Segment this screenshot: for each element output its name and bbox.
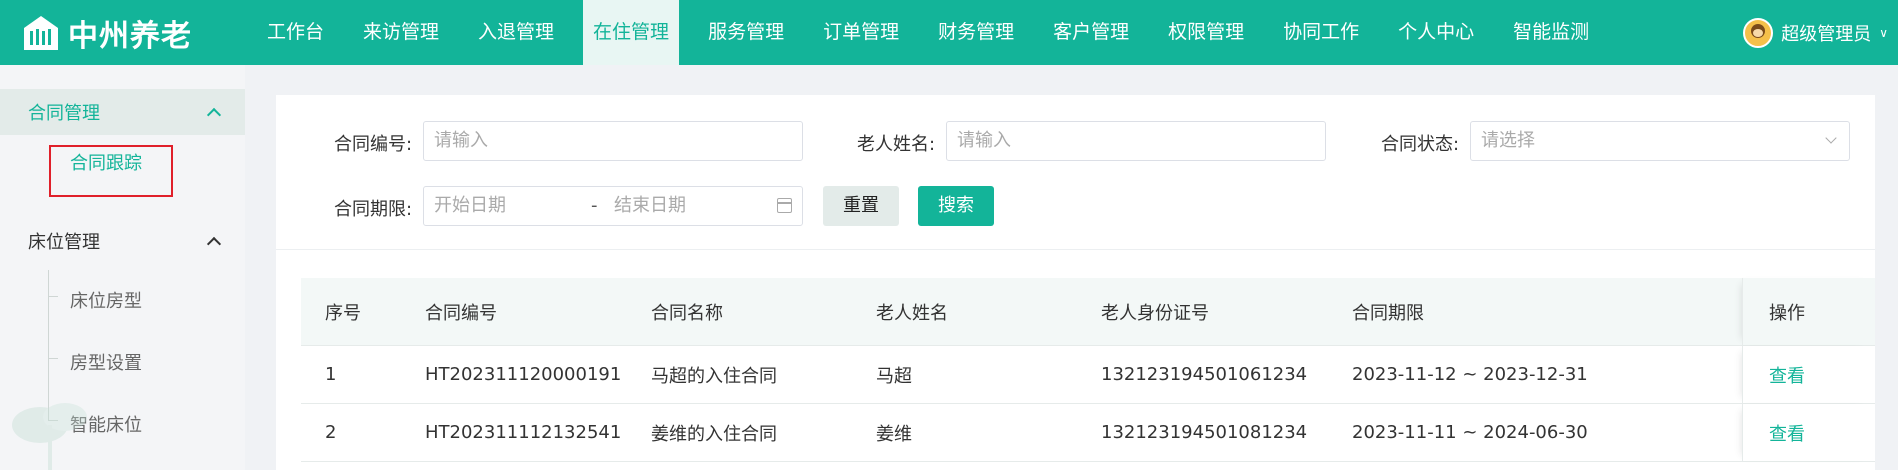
- user-menu[interactable]: 超级管理员 ∨: [1743, 0, 1888, 65]
- reset-button[interactable]: 重置: [823, 186, 899, 226]
- nav-item-permissions[interactable]: 权限管理: [1158, 0, 1254, 65]
- contract-no-label: 合同编号:: [334, 134, 413, 155]
- row-index: 1: [325, 364, 337, 385]
- contract-status-label: 合同状态:: [1381, 134, 1460, 155]
- calendar-icon: [777, 198, 792, 213]
- sidebar-item-label: 房型设置: [70, 353, 142, 374]
- sidebar-group-label: 床位管理: [28, 232, 100, 253]
- main-panel: 合同编号: 请输入 老人姓名: 请输入 合同状态: 请选择 合同期限: 开始日期…: [276, 95, 1875, 470]
- column-header: 合同名称: [651, 302, 723, 324]
- select-placeholder: 请选择: [1481, 130, 1535, 151]
- contract-period-cell: 2023-11-11 ~ 2024-06-30: [1352, 422, 1588, 443]
- chevron-down-icon: ∨: [1879, 25, 1888, 40]
- contract-status-select[interactable]: 请选择: [1470, 121, 1850, 161]
- nav-item-checkin-out[interactable]: 入退管理: [468, 0, 564, 65]
- user-name: 超级管理员: [1781, 23, 1872, 45]
- nav-item-customers[interactable]: 客户管理: [1043, 0, 1139, 65]
- contract-period-cell: 2023-11-12 ~ 2023-12-31: [1352, 364, 1588, 385]
- contract-table: 序号 合同编号 合同名称 老人姓名 老人身份证号 合同期限 操作 1 HT202…: [301, 278, 1875, 462]
- chevron-down-icon: [1825, 132, 1837, 144]
- filter-form: 合同编号: 请输入 老人姓名: 请输入 合同状态: 请选择 合同期限: 开始日期…: [276, 95, 1875, 250]
- nav-item-profile[interactable]: 个人中心: [1388, 0, 1484, 65]
- nav-item-collaboration[interactable]: 协同工作: [1273, 0, 1369, 65]
- start-date-placeholder: 开始日期: [434, 195, 506, 216]
- piano-house-icon: [24, 15, 58, 50]
- contract-period-label: 合同期限:: [334, 199, 413, 220]
- contract-no-input[interactable]: 请输入: [423, 121, 803, 161]
- column-header: 合同编号: [425, 302, 497, 324]
- sidebar-tree-tick: [48, 358, 58, 359]
- tree-decoration-icon: [12, 403, 87, 470]
- contract-no-cell: HT202311120000191: [425, 364, 622, 385]
- column-header: 序号: [325, 302, 361, 324]
- nav-item-orders[interactable]: 订单管理: [813, 0, 909, 65]
- contract-name-cell: 姜维的入住合同: [651, 423, 777, 445]
- date-separator: -: [591, 195, 598, 216]
- row-index: 2: [325, 422, 337, 443]
- view-link[interactable]: 查看: [1769, 362, 1805, 388]
- column-header: 老人身份证号: [1101, 302, 1209, 324]
- sidebar-group-beds[interactable]: 床位管理: [0, 218, 245, 264]
- elder-name-cell: 马超: [876, 365, 912, 387]
- brand-name: 中州养老: [68, 18, 192, 54]
- table-row: 1 HT202311120000191 马超的入住合同 马超 132123194…: [301, 346, 1875, 404]
- elder-name-label: 老人姓名:: [857, 134, 936, 155]
- sidebar-item-room-type-settings[interactable]: 房型设置: [0, 335, 245, 389]
- avatar: [1743, 17, 1774, 48]
- elder-name-cell: 姜维: [876, 423, 912, 445]
- actions-cell: 查看: [1742, 404, 1875, 461]
- end-date-placeholder: 结束日期: [614, 195, 686, 216]
- view-link[interactable]: 查看: [1769, 420, 1805, 446]
- id-number-cell: 132123194501061234: [1101, 364, 1308, 385]
- chevron-up-icon: [206, 107, 222, 122]
- nav-item-monitoring[interactable]: 智能监测: [1503, 0, 1599, 65]
- nav-item-services[interactable]: 服务管理: [698, 0, 794, 65]
- nav-item-workbench[interactable]: 工作台: [257, 0, 334, 65]
- annotation-highlight-box: [49, 145, 173, 197]
- id-number-cell: 132123194501081234: [1101, 422, 1308, 443]
- actions-cell: 查看: [1742, 346, 1875, 403]
- main-nav: 工作台 来访管理 入退管理 在住管理 服务管理 订单管理 财务管理 客户管理 权…: [257, 0, 1618, 65]
- brand-logo[interactable]: 中州养老: [0, 0, 240, 65]
- nav-item-visits[interactable]: 来访管理: [353, 0, 449, 65]
- date-range-picker[interactable]: 开始日期 - 结束日期: [423, 186, 803, 226]
- elder-name-input[interactable]: 请输入: [946, 121, 1326, 161]
- sidebar-tree-tick: [48, 296, 58, 297]
- nav-item-finance[interactable]: 财务管理: [928, 0, 1024, 65]
- column-header: 操作: [1742, 278, 1875, 345]
- table-header: 序号 合同编号 合同名称 老人姓名 老人身份证号 合同期限 操作: [301, 278, 1875, 346]
- contract-no-cell: HT202311112132541: [425, 422, 622, 443]
- chevron-up-icon: [206, 236, 222, 251]
- column-header: 老人姓名: [876, 302, 948, 324]
- top-navbar: 中州养老 工作台 来访管理 入退管理 在住管理 服务管理 订单管理 财务管理 客…: [0, 0, 1898, 65]
- search-button[interactable]: 搜索: [918, 186, 994, 226]
- column-header: 合同期限: [1352, 302, 1424, 324]
- sidebar-group-contracts[interactable]: 合同管理: [0, 89, 245, 135]
- sidebar-item-label: 床位房型: [70, 291, 142, 312]
- sidebar-group-label: 合同管理: [28, 103, 100, 124]
- nav-item-residence[interactable]: 在住管理: [583, 0, 680, 65]
- table-row: 2 HT202311112132541 姜维的入住合同 姜维 132123194…: [301, 404, 1875, 462]
- contract-name-cell: 马超的入住合同: [651, 365, 777, 387]
- sidebar-item-bed-room-types[interactable]: 床位房型: [0, 273, 245, 327]
